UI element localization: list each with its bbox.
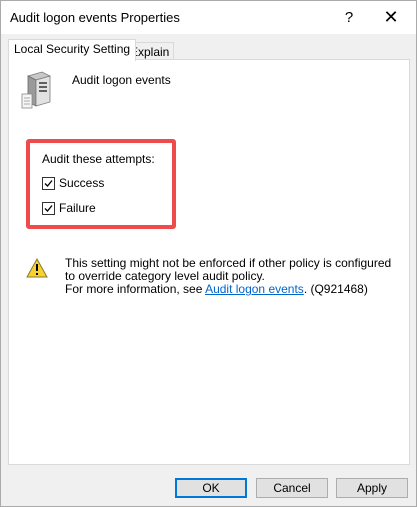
- help-button[interactable]: ?: [331, 5, 367, 29]
- more-info-suffix: . (Q921468): [303, 282, 368, 296]
- failure-checkbox-row[interactable]: Failure: [42, 201, 96, 215]
- tab-local-security-setting[interactable]: Local Security Setting: [8, 39, 137, 61]
- success-label[interactable]: Success: [59, 176, 104, 190]
- properties-dialog: Audit logon events Properties ? ✕ Local …: [0, 0, 417, 507]
- server-policy-icon: [20, 70, 60, 113]
- warning-message: This setting might not be enforced if ot…: [65, 257, 395, 296]
- audit-attempts-heading: Audit these attempts:: [42, 152, 155, 166]
- more-info-prefix: For more information, see: [65, 282, 206, 296]
- warning-icon: [26, 257, 48, 281]
- failure-label[interactable]: Failure: [59, 201, 96, 215]
- success-checkbox-row[interactable]: Success: [42, 176, 104, 190]
- cancel-button[interactable]: Cancel: [256, 478, 328, 498]
- failure-checkbox[interactable]: [42, 201, 55, 215]
- tab-panel: Audit logon events Audit these attempts:…: [8, 59, 410, 465]
- audit-logon-events-link[interactable]: Audit logon events: [205, 282, 304, 296]
- close-button[interactable]: ✕: [373, 5, 409, 29]
- dialog-body: Local Security Setting Explain Audit log…: [1, 34, 416, 506]
- policy-name: Audit logon events: [72, 73, 171, 87]
- warning-text: This setting might not be enforced if ot…: [65, 256, 392, 283]
- window-title: Audit logon events Properties: [10, 10, 180, 25]
- title-bar: Audit logon events Properties ? ✕: [1, 1, 416, 34]
- success-checkbox[interactable]: [42, 176, 55, 190]
- apply-button[interactable]: Apply: [336, 478, 408, 498]
- ok-button[interactable]: OK: [175, 478, 247, 498]
